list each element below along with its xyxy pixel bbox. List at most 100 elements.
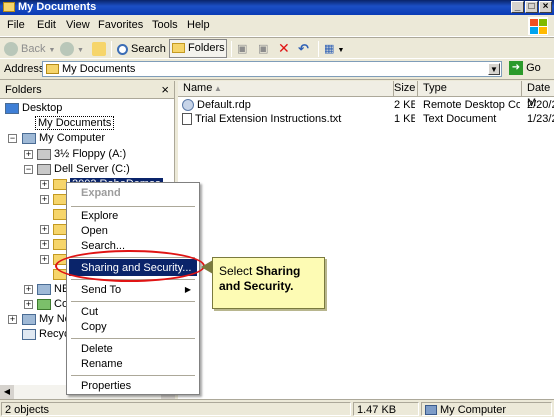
folders-button[interactable]: Folders <box>169 39 227 58</box>
callout-prefix: Select <box>219 264 256 278</box>
file-name-cell: Default.rdp <box>182 98 392 113</box>
menu-favorites[interactable]: Favorites <box>98 19 143 31</box>
submenu-arrow-icon: ▶ <box>184 285 191 294</box>
column-type[interactable]: Type <box>418 81 522 97</box>
folders-pane-header: Folders × <box>0 81 174 99</box>
column-size[interactable]: Size <box>394 81 418 97</box>
expand-icon[interactable]: + <box>40 225 49 234</box>
scroll-left-icon[interactable]: ◀ <box>0 385 14 399</box>
tree-item-dell-server[interactable]: Dell Server (C:) <box>37 162 130 176</box>
menu-help[interactable]: Help <box>187 19 210 31</box>
menu-view[interactable]: View <box>66 19 90 31</box>
back-arrow-icon <box>4 42 18 57</box>
column-name[interactable]: Name ▲ <box>178 81 394 97</box>
menu-item-explore[interactable]: Explore <box>81 209 118 223</box>
tree-item-my-computer[interactable]: My Computer <box>22 131 105 145</box>
forward-arrow-icon <box>60 42 74 57</box>
drive-icon <box>37 163 51 175</box>
up-folder-button[interactable] <box>92 41 109 57</box>
go-button[interactable]: ➜ Go <box>509 61 541 75</box>
expand-icon[interactable]: + <box>40 180 49 189</box>
search-button[interactable]: Search <box>117 41 166 57</box>
status-object-count: 2 objects <box>1 402 351 416</box>
copy-to-button[interactable]: ▣ <box>258 41 268 57</box>
folder-icon <box>53 224 67 235</box>
back-button[interactable]: Back ▼ <box>4 41 55 57</box>
expand-icon[interactable]: + <box>24 285 33 294</box>
menu-tools[interactable]: Tools <box>152 19 178 31</box>
table-row[interactable]: Default.rdp 2 KB Remote Desktop Co... 2/… <box>178 98 554 113</box>
close-button[interactable]: × <box>539 1 552 13</box>
menu-item-rename[interactable]: Rename <box>81 357 123 371</box>
close-pane-icon[interactable]: × <box>161 81 169 99</box>
table-row[interactable]: Trial Extension Instructions.txt 1 KB Te… <box>178 112 554 127</box>
go-arrow-icon: ➜ <box>509 61 523 75</box>
toolbar-separator <box>111 41 112 57</box>
folders-icon <box>172 43 185 54</box>
toolbar-separator <box>318 41 319 57</box>
minimize-button[interactable]: _ <box>511 1 524 13</box>
expand-icon[interactable]: + <box>8 315 17 324</box>
tree-item-control-panel[interactable]: Co <box>37 297 68 311</box>
status-bar: 2 objects 1.47 KB My Computer <box>0 399 554 417</box>
expand-icon[interactable]: + <box>40 240 49 249</box>
expand-icon[interactable]: + <box>40 195 49 204</box>
undo-button[interactable]: ↶ <box>298 41 309 57</box>
folder-icon <box>53 178 67 190</box>
move-to-button[interactable]: ▣ <box>237 41 247 57</box>
tree-label: My Documents <box>35 116 115 130</box>
chevron-down-icon: ▼ <box>48 47 56 54</box>
folder-icon <box>53 239 67 250</box>
collapse-icon[interactable]: − <box>8 134 17 143</box>
sort-arrow-icon: ▲ <box>214 84 222 93</box>
address-bar: Address My Documents ▼ ➜ Go <box>0 59 554 80</box>
maximize-button[interactable]: □ <box>525 1 538 13</box>
menu-item-delete[interactable]: Delete <box>81 342 113 356</box>
tree-item-desktop[interactable]: Desktop <box>5 101 62 115</box>
expand-icon[interactable]: + <box>40 255 49 264</box>
menu-item-expand[interactable]: Expand <box>81 186 121 200</box>
menu-file[interactable]: File <box>7 19 25 31</box>
column-date[interactable]: Date M <box>522 81 554 109</box>
tree-item-my-network[interactable]: My Ne <box>22 312 71 326</box>
delete-button[interactable]: ✕ <box>278 40 290 56</box>
file-name-cell: Trial Extension Instructions.txt <box>182 112 392 127</box>
menu-item-send-to[interactable]: Send To <box>81 283 121 297</box>
file-type: Remote Desktop Co... <box>423 99 520 111</box>
tree-label: 3½ Floppy (A:) <box>54 148 127 160</box>
file-date: 2/20/2 <box>527 99 554 111</box>
window-title: My Documents <box>18 1 97 13</box>
text-document-icon <box>182 113 192 126</box>
column-label: Name <box>183 82 213 94</box>
menu-item-properties[interactable]: Properties <box>81 379 131 393</box>
go-label: Go <box>526 61 541 74</box>
menu-item-cut[interactable]: Cut <box>81 305 98 319</box>
menu-item-open[interactable]: Open <box>81 224 108 238</box>
up-folder-icon <box>92 42 106 57</box>
address-value: My Documents <box>62 63 136 75</box>
menu-item-copy[interactable]: Copy <box>81 320 107 334</box>
menu-edit[interactable]: Edit <box>37 19 56 31</box>
address-input[interactable]: My Documents ▼ <box>42 61 502 77</box>
folder-icon <box>46 64 59 74</box>
tree-item-my-documents[interactable]: My Documents <box>35 116 115 130</box>
address-dropdown-button[interactable]: ▼ <box>488 63 500 75</box>
tree-item-network[interactable]: NE <box>37 282 69 296</box>
network-places-icon <box>22 313 36 325</box>
chevron-down-icon: ▼ <box>77 47 84 54</box>
status-location-panel: My Computer <box>421 402 552 416</box>
tree-item-floppy[interactable]: 3½ Floppy (A:) <box>37 147 126 161</box>
file-name: Trial Extension Instructions.txt <box>195 113 342 125</box>
windows-logo-icon <box>528 17 548 35</box>
file-date: 1/23/2 <box>527 113 554 125</box>
network-icon <box>37 283 51 295</box>
expand-icon[interactable]: + <box>24 150 33 159</box>
views-button[interactable]: ▦ ▼ <box>324 41 344 57</box>
list-header: Name ▲ Size Type Date M <box>178 81 554 109</box>
recycle-bin-icon <box>22 328 36 340</box>
expand-icon[interactable]: + <box>24 300 33 309</box>
file-type: Text Document <box>423 113 497 125</box>
collapse-icon[interactable]: − <box>24 165 33 174</box>
tree-item-recycle-bin[interactable]: Recycl <box>22 327 72 341</box>
forward-button[interactable]: ▼ <box>60 41 84 57</box>
